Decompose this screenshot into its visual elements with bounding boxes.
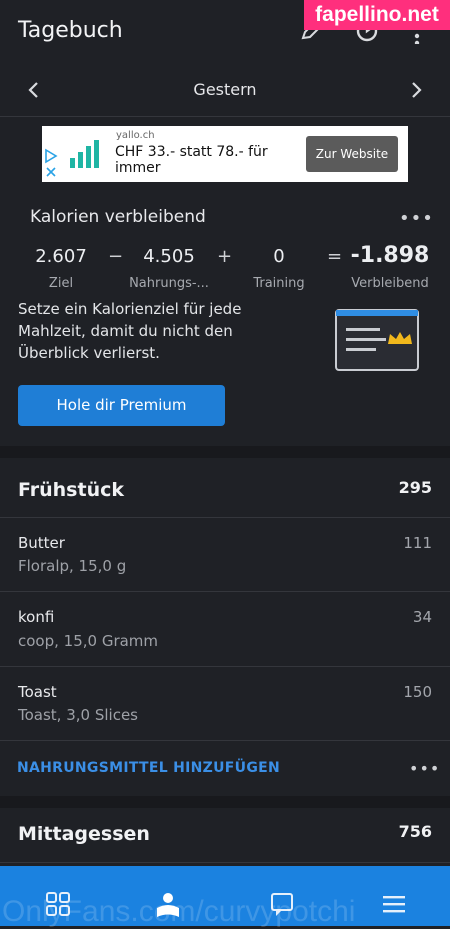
premium-illustration-icon <box>335 309 419 371</box>
exercise-label: Training <box>253 276 305 291</box>
minus-operator: − <box>108 246 124 267</box>
meal-total-breakfast: 295 <box>398 478 432 497</box>
goal-value: 2.607 <box>35 246 87 267</box>
date-label[interactable]: Gestern <box>0 80 450 99</box>
ad-cta-button[interactable]: Zur Website <box>306 136 398 172</box>
section-separator <box>0 796 450 808</box>
meal-title-lunch: Mittagessen <box>18 823 150 845</box>
chevron-right-icon[interactable] <box>404 78 428 102</box>
premium-promo-text: Setze ein Kalorienziel für jede Mahlzeit… <box>18 298 318 364</box>
food-item-detail: Floralp, 15,0 g <box>18 557 127 575</box>
watermark-badge: fapellino.net <box>304 0 450 30</box>
meal-total-lunch: 756 <box>398 822 432 841</box>
food-item-name[interactable]: Butter <box>18 534 65 552</box>
food-item-detail: Toast, 3,0 Slices <box>18 706 138 724</box>
food-label: Nahrungs-... <box>129 276 209 291</box>
plus-operator: + <box>217 246 233 267</box>
ad-choices-icon[interactable] <box>44 148 58 178</box>
signal-bars-icon <box>70 140 99 168</box>
equals-operator: = <box>327 246 343 267</box>
premium-text-line: Mahlzeit, damit du nicht den <box>18 322 233 340</box>
food-item-kcal: 150 <box>403 683 432 701</box>
overlay-watermark-text: OnlyFans.com/curvypotchi <box>2 895 356 928</box>
premium-text-line: Überblick verlierst. <box>18 344 160 362</box>
premium-text-line: Setze ein Kalorienziel für jede <box>18 300 242 318</box>
food-value: 4.505 <box>143 246 195 267</box>
divider <box>0 116 450 117</box>
add-food-button[interactable]: NAHRUNGSMITTEL HINZUFÜGEN <box>17 760 280 776</box>
food-item-detail: coop, 15,0 Gramm <box>18 632 159 650</box>
remaining-label: Verbleibend <box>351 276 429 291</box>
goal-label: Ziel <box>48 276 74 291</box>
exercise-value: 0 <box>273 246 285 267</box>
date-navigation: Gestern <box>0 68 450 112</box>
meal-title-breakfast: Frühstück <box>18 479 125 501</box>
food-item-kcal: 111 <box>403 534 432 552</box>
divider <box>0 862 450 863</box>
divider <box>0 740 450 741</box>
calories-title: Kalorien verbleibend <box>30 207 206 227</box>
divider <box>0 517 450 518</box>
divider <box>0 666 450 667</box>
menu-icon[interactable] <box>380 890 408 918</box>
calories-more-icon[interactable]: ••• <box>399 208 434 229</box>
food-item-kcal: 34 <box>412 608 432 626</box>
divider <box>0 591 450 592</box>
ad-headline: CHF 33.- statt 78.- für immer <box>115 144 268 176</box>
section-separator <box>0 446 450 458</box>
get-premium-button[interactable]: Hole dir Premium <box>18 385 225 426</box>
ad-banner[interactable]: yallo.ch CHF 33.- statt 78.- für immer Z… <box>42 126 408 182</box>
page-title: Tagebuch <box>18 18 123 43</box>
food-item-name[interactable]: Toast <box>18 683 57 701</box>
ad-source: yallo.ch <box>116 130 155 141</box>
food-item-name[interactable]: konfi <box>18 608 54 626</box>
breakfast-more-icon[interactable]: ••• <box>409 759 440 778</box>
remaining-value: -1.898 <box>350 243 430 268</box>
